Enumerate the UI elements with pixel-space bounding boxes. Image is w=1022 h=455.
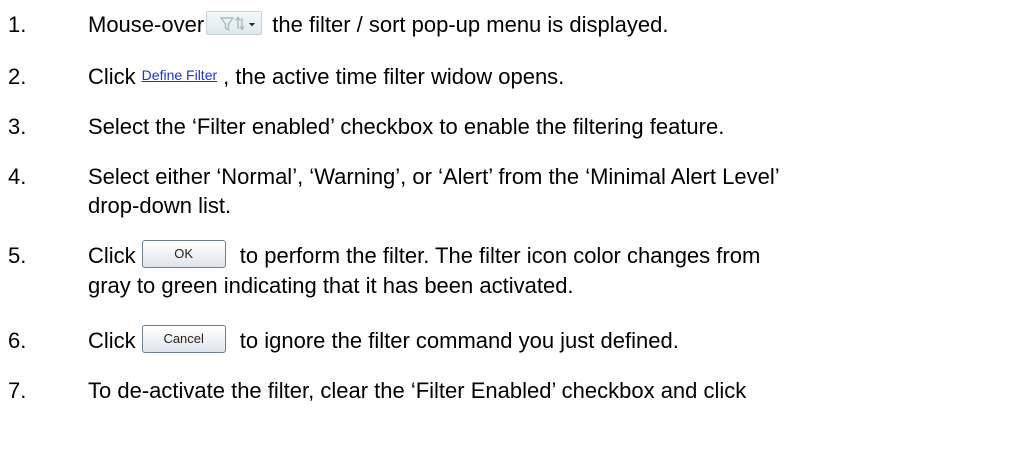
filter-sort-glyph: [219, 16, 256, 32]
step-text: Click Define Filter, the active time filt…: [88, 62, 1016, 93]
step-text-after: , the active time filter widow opens.: [223, 64, 565, 89]
step-number: 2.: [8, 64, 27, 89]
step-text-before: Click: [88, 328, 136, 353]
define-filter-link[interactable]: Define Filter: [142, 61, 217, 90]
step-text-line: drop-down list.: [88, 193, 232, 218]
step-number: 1.: [8, 12, 27, 37]
step-text: Select the ‘Filter enabled’ checkbox to …: [88, 112, 1016, 141]
step-text-after: to ignore the filter command you just de…: [233, 328, 679, 353]
step-number: 6.: [8, 328, 27, 353]
step-number: 4.: [8, 164, 27, 189]
step-text-before: Mouse-over: [88, 12, 205, 37]
step-text-line: Select either ‘Normal’, ‘Warning’, or ‘A…: [88, 164, 780, 189]
step-text: Click Cancel to ignore the filter command…: [88, 325, 1016, 356]
step-text-before: Click: [88, 64, 136, 89]
filter-sort-icon[interactable]: [206, 11, 263, 36]
step-number: 5.: [8, 243, 27, 268]
ok-button[interactable]: OK: [141, 240, 226, 269]
step-text-before: Click: [88, 243, 136, 268]
step-number: 3.: [8, 114, 27, 139]
step-text: Select either ‘Normal’, ‘Warning’, or ‘A…: [88, 162, 1016, 220]
step-text-line: Select the ‘Filter enabled’ checkbox to …: [88, 114, 725, 139]
step-text: To de-activate the filter, clear the ‘Fi…: [88, 376, 1016, 405]
step-text: Click OK to perform the filter. The filte…: [88, 240, 1016, 300]
step-text: Mouse-over the filter / sort pop-up menu…: [88, 10, 1016, 39]
step-text-line: gray to green indicating that it has bee…: [88, 273, 574, 299]
step-number: 7.: [8, 378, 27, 403]
cancel-button[interactable]: Cancel: [141, 325, 226, 354]
step-text-line: Click OK to perform the filter. The filte…: [88, 240, 1016, 271]
step-text-line: To de-activate the filter, clear the ‘Fi…: [88, 378, 747, 403]
step-text-after: to perform the filter. The filter icon c…: [233, 243, 761, 268]
step-text-after: the filter / sort pop-up menu is display…: [266, 12, 669, 37]
